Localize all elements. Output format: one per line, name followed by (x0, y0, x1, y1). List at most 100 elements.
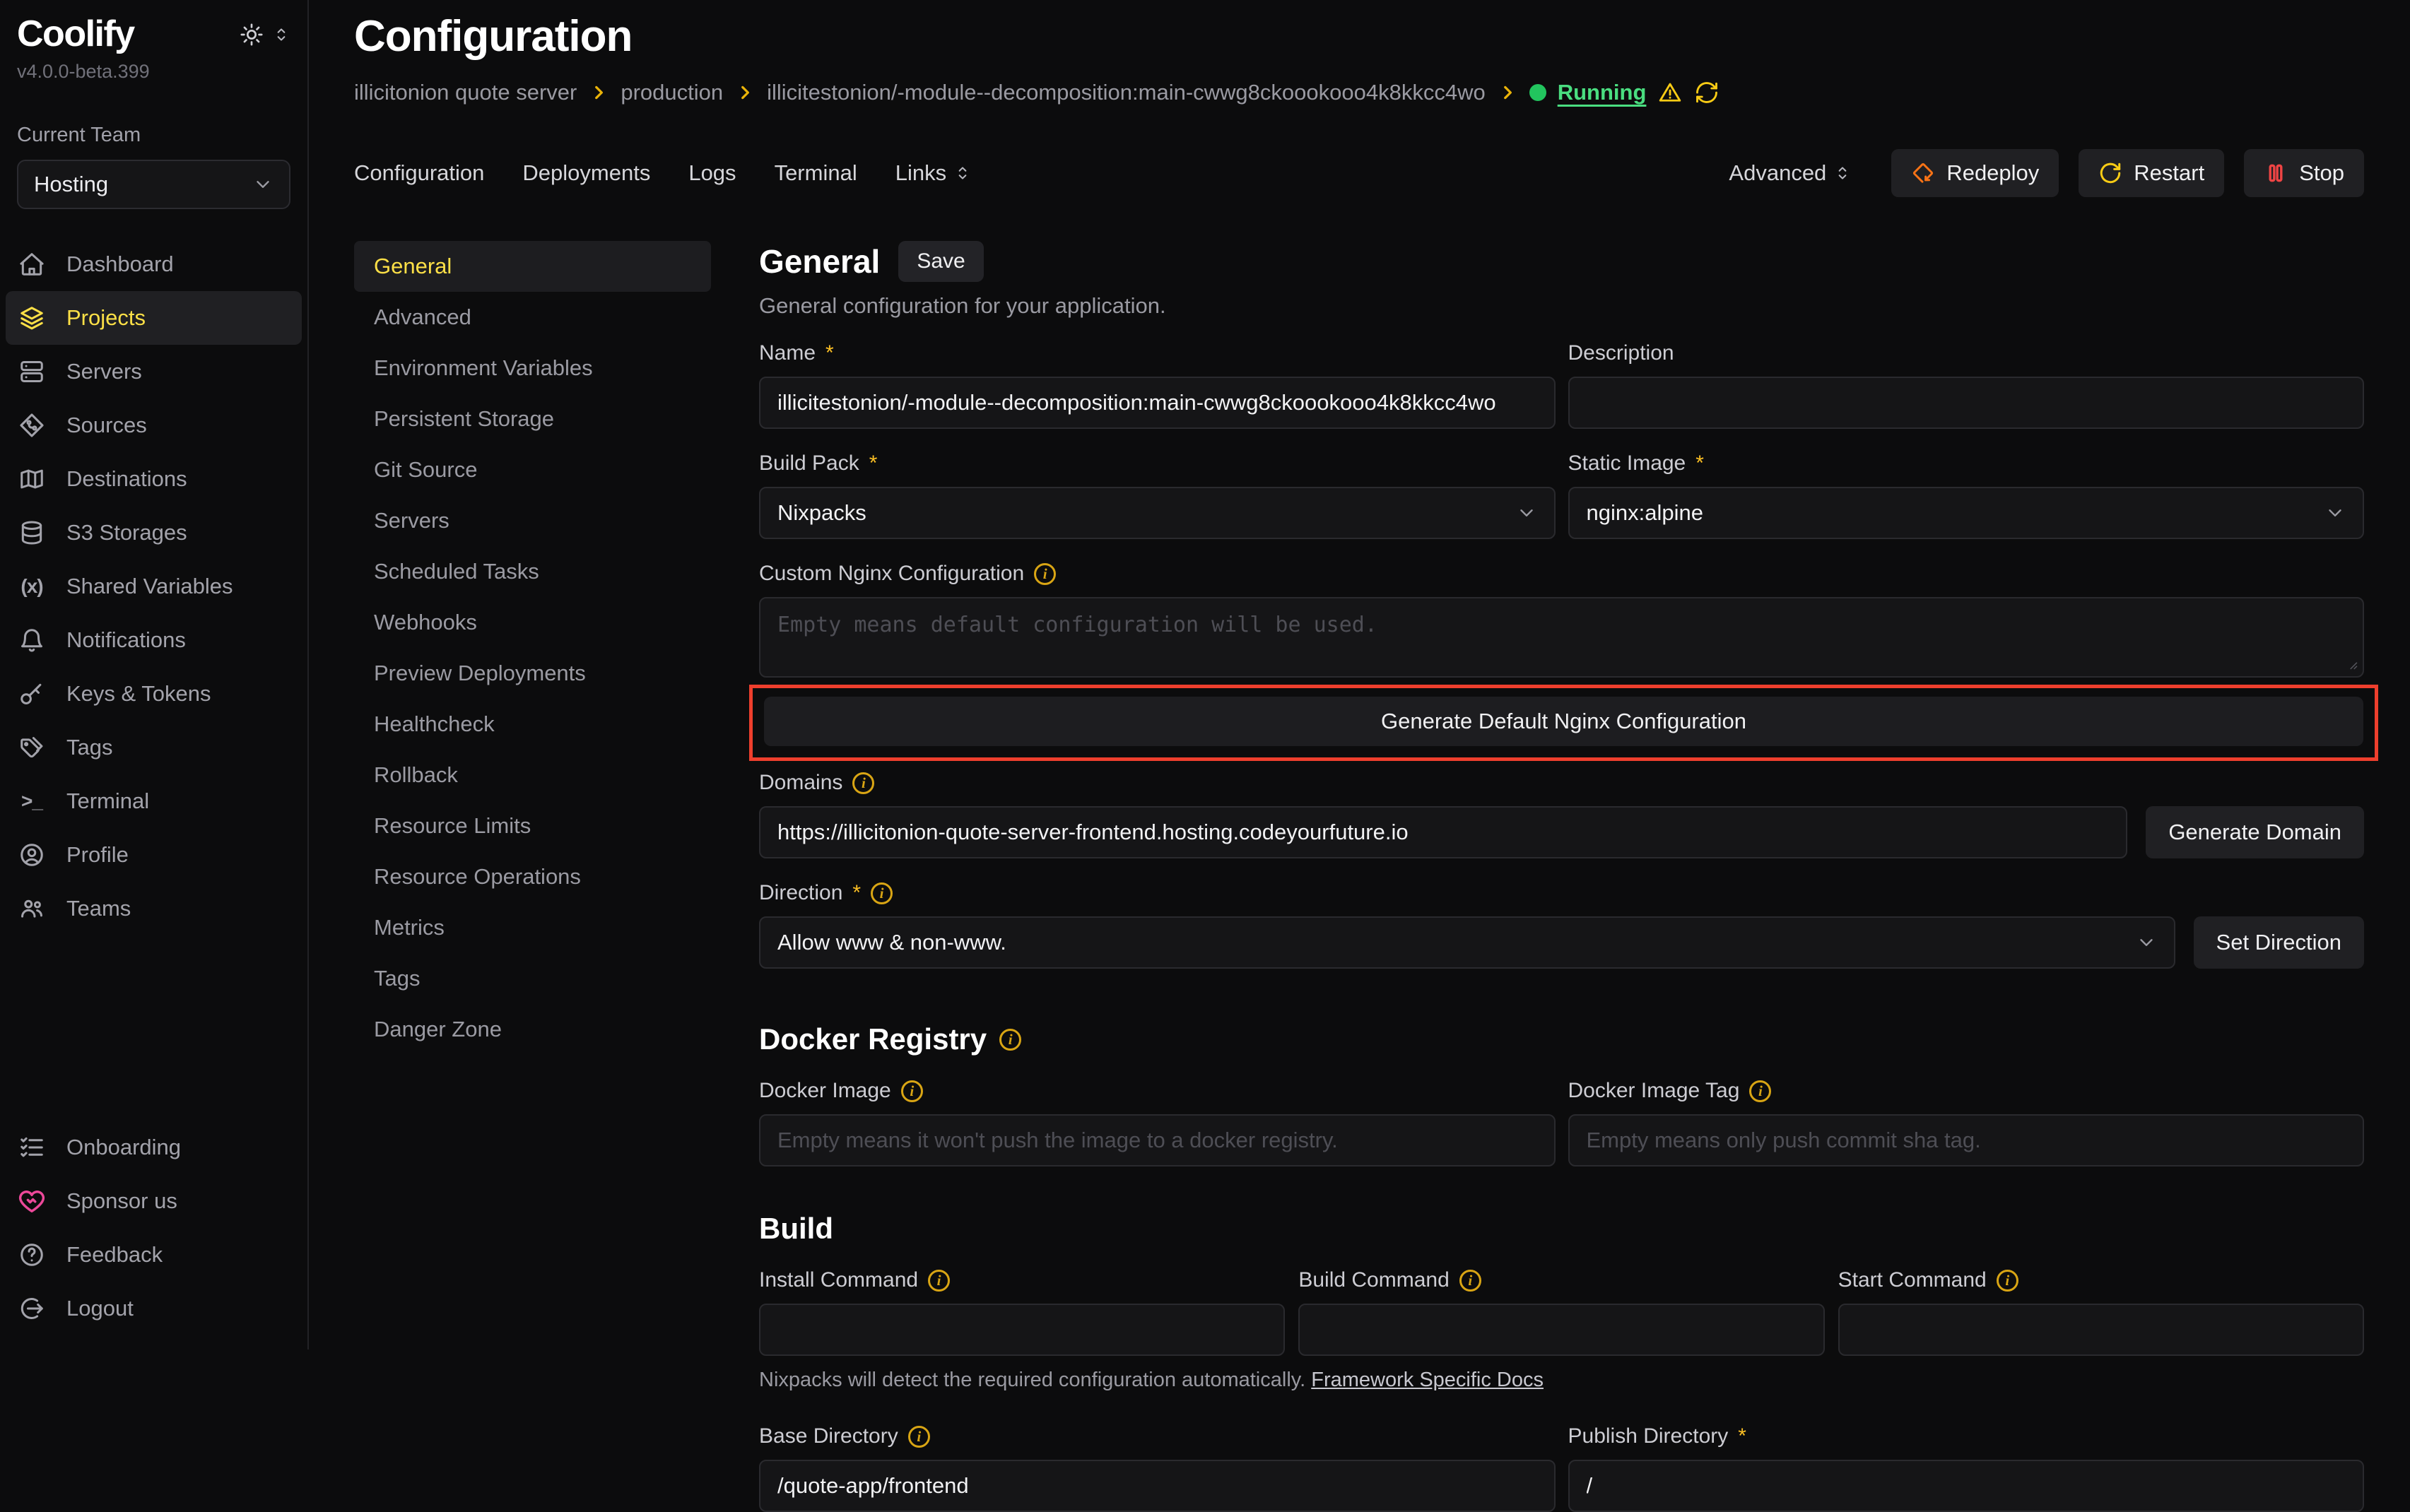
resize-grip-icon[interactable] (2344, 656, 2358, 671)
sidebar-item-tags[interactable]: Tags (6, 721, 302, 774)
subnav-metrics[interactable]: Metrics (354, 902, 711, 953)
status-dot (1529, 84, 1546, 101)
subnav-scheduled-tasks[interactable]: Scheduled Tasks (354, 546, 711, 597)
direction-select[interactable]: Allow www & non-www. (759, 916, 2175, 969)
base-directory-input[interactable] (759, 1460, 1556, 1512)
theme-switcher[interactable] (240, 23, 290, 47)
info-icon[interactable]: i (928, 1270, 950, 1292)
sidebar-item-destinations[interactable]: Destinations (6, 452, 302, 506)
status-running-link[interactable]: Running (1558, 80, 1647, 105)
sidebar-item-projects[interactable]: Projects (6, 291, 302, 345)
generate-domain-button[interactable]: Generate Domain (2146, 806, 2364, 858)
build-pack-select[interactable]: Nixpacks (759, 487, 1556, 539)
info-icon[interactable]: i (1749, 1080, 1771, 1102)
subnav-danger-zone[interactable]: Danger Zone (354, 1004, 711, 1055)
users-icon (18, 895, 45, 922)
page-title: Configuration (354, 11, 2364, 61)
sidebar-item-onboarding[interactable]: Onboarding (6, 1121, 302, 1174)
subnav-resource-limits[interactable]: Resource Limits (354, 801, 711, 851)
team-select[interactable]: Hosting (17, 160, 290, 209)
sidebar-item-feedback[interactable]: Feedback (6, 1228, 302, 1282)
breadcrumb-application[interactable]: illicitestonion/-module--decomposition:m… (767, 80, 1486, 105)
required-asterisk: * (825, 341, 834, 365)
sidebar-item-s3-storages[interactable]: S3 Storages (6, 506, 302, 560)
info-icon[interactable]: i (901, 1080, 923, 1102)
redeploy-button[interactable]: Redeploy (1891, 149, 2059, 197)
subnav-webhooks[interactable]: Webhooks (354, 597, 711, 648)
tabs-row: Configuration Deployments Logs Terminal … (354, 149, 2364, 197)
map-icon (18, 466, 45, 492)
docker-image-label: Docker Imagei (759, 1079, 1556, 1103)
info-icon[interactable]: i (1459, 1270, 1481, 1292)
build-pack-label: Build Pack* (759, 451, 1556, 476)
tab-links[interactable]: Links (895, 160, 972, 186)
sidebar-item-notifications[interactable]: Notifications (6, 613, 302, 667)
chevron-right-icon (1498, 83, 1517, 102)
sidebar-item-sources[interactable]: Sources (6, 398, 302, 452)
info-icon[interactable]: i (999, 1029, 1021, 1051)
subnav-environment-variables[interactable]: Environment Variables (354, 343, 711, 394)
sidebar-item-profile[interactable]: Profile (6, 828, 302, 882)
refresh-icon[interactable] (1694, 80, 1720, 105)
save-button[interactable]: Save (898, 241, 983, 282)
description-input[interactable] (1568, 377, 2365, 429)
warning-triangle-icon[interactable] (1657, 80, 1683, 105)
sidebar-item-keys-tokens[interactable]: Keys & Tokens (6, 667, 302, 721)
info-icon[interactable]: i (908, 1426, 930, 1448)
info-icon[interactable]: i (852, 772, 874, 794)
sidebar-item-terminal[interactable]: >_ Terminal (6, 774, 302, 828)
subnav-resource-operations[interactable]: Resource Operations (354, 851, 711, 902)
subnav-preview-deployments[interactable]: Preview Deployments (354, 648, 711, 699)
subnav-git-source[interactable]: Git Source (354, 444, 711, 495)
docker-image-tag-input[interactable] (1568, 1114, 2365, 1167)
nginx-config-textarea[interactable] (759, 597, 2364, 678)
info-icon[interactable]: i (1034, 563, 1056, 585)
restart-button[interactable]: Restart (2079, 149, 2224, 197)
stop-button[interactable]: Stop (2244, 149, 2364, 197)
tags-icon (18, 734, 45, 761)
set-direction-button[interactable]: Set Direction (2194, 916, 2364, 969)
start-command-input[interactable] (1838, 1304, 2364, 1356)
subnav-general[interactable]: General (354, 241, 711, 292)
subnav-tags[interactable]: Tags (354, 953, 711, 1004)
generate-nginx-config-button[interactable]: Generate Default Nginx Configuration (764, 697, 2363, 746)
build-command-input[interactable] (1298, 1304, 1824, 1356)
sidebar-item-teams[interactable]: Teams (6, 882, 302, 935)
bell-icon (18, 627, 45, 654)
publish-directory-input[interactable] (1568, 1460, 2365, 1512)
user-circle-icon (18, 841, 45, 868)
sidebar-item-label: Feedback (66, 1242, 163, 1268)
subnav-advanced[interactable]: Advanced (354, 292, 711, 343)
sidebar-item-sponsor[interactable]: Sponsor us (6, 1174, 302, 1228)
tab-configuration[interactable]: Configuration (354, 160, 484, 186)
annotation-highlight-box: Generate Default Nginx Configuration (749, 685, 2378, 761)
sidebar-item-servers[interactable]: Servers (6, 345, 302, 398)
start-command-label: Start Commandi (1838, 1268, 2364, 1292)
subnav-rollback[interactable]: Rollback (354, 750, 711, 801)
name-input[interactable] (759, 377, 1556, 429)
subnav-healthcheck[interactable]: Healthcheck (354, 699, 711, 750)
domains-input[interactable] (759, 806, 2127, 858)
breadcrumb-project[interactable]: illicitonion quote server (354, 80, 577, 105)
sidebar-item-label: Shared Variables (66, 574, 233, 599)
framework-docs-link[interactable]: Framework Specific Docs (1311, 1369, 1544, 1391)
sidebar-item-shared-variables[interactable]: (x) Shared Variables (6, 560, 302, 613)
info-icon[interactable]: i (1997, 1270, 2018, 1292)
sidebar-item-label: Destinations (66, 466, 187, 492)
tab-deployments[interactable]: Deployments (522, 160, 650, 186)
stop-icon (2264, 161, 2288, 185)
install-command-input[interactable] (759, 1304, 1285, 1356)
docker-image-input[interactable] (759, 1114, 1556, 1167)
tab-terminal[interactable]: Terminal (775, 160, 857, 186)
tab-logs[interactable]: Logs (688, 160, 736, 186)
static-image-label: Static Image* (1568, 451, 2365, 476)
config-subnav: General Advanced Environment Variables P… (354, 241, 711, 1055)
sidebar-item-logout[interactable]: Logout (6, 1282, 302, 1335)
breadcrumb-environment[interactable]: production (621, 80, 723, 105)
sidebar-item-dashboard[interactable]: Dashboard (6, 237, 302, 291)
info-icon[interactable]: i (871, 882, 893, 904)
advanced-menu[interactable]: Advanced (1729, 160, 1852, 186)
subnav-persistent-storage[interactable]: Persistent Storage (354, 394, 711, 444)
static-image-select[interactable]: nginx:alpine (1568, 487, 2365, 539)
subnav-servers[interactable]: Servers (354, 495, 711, 546)
